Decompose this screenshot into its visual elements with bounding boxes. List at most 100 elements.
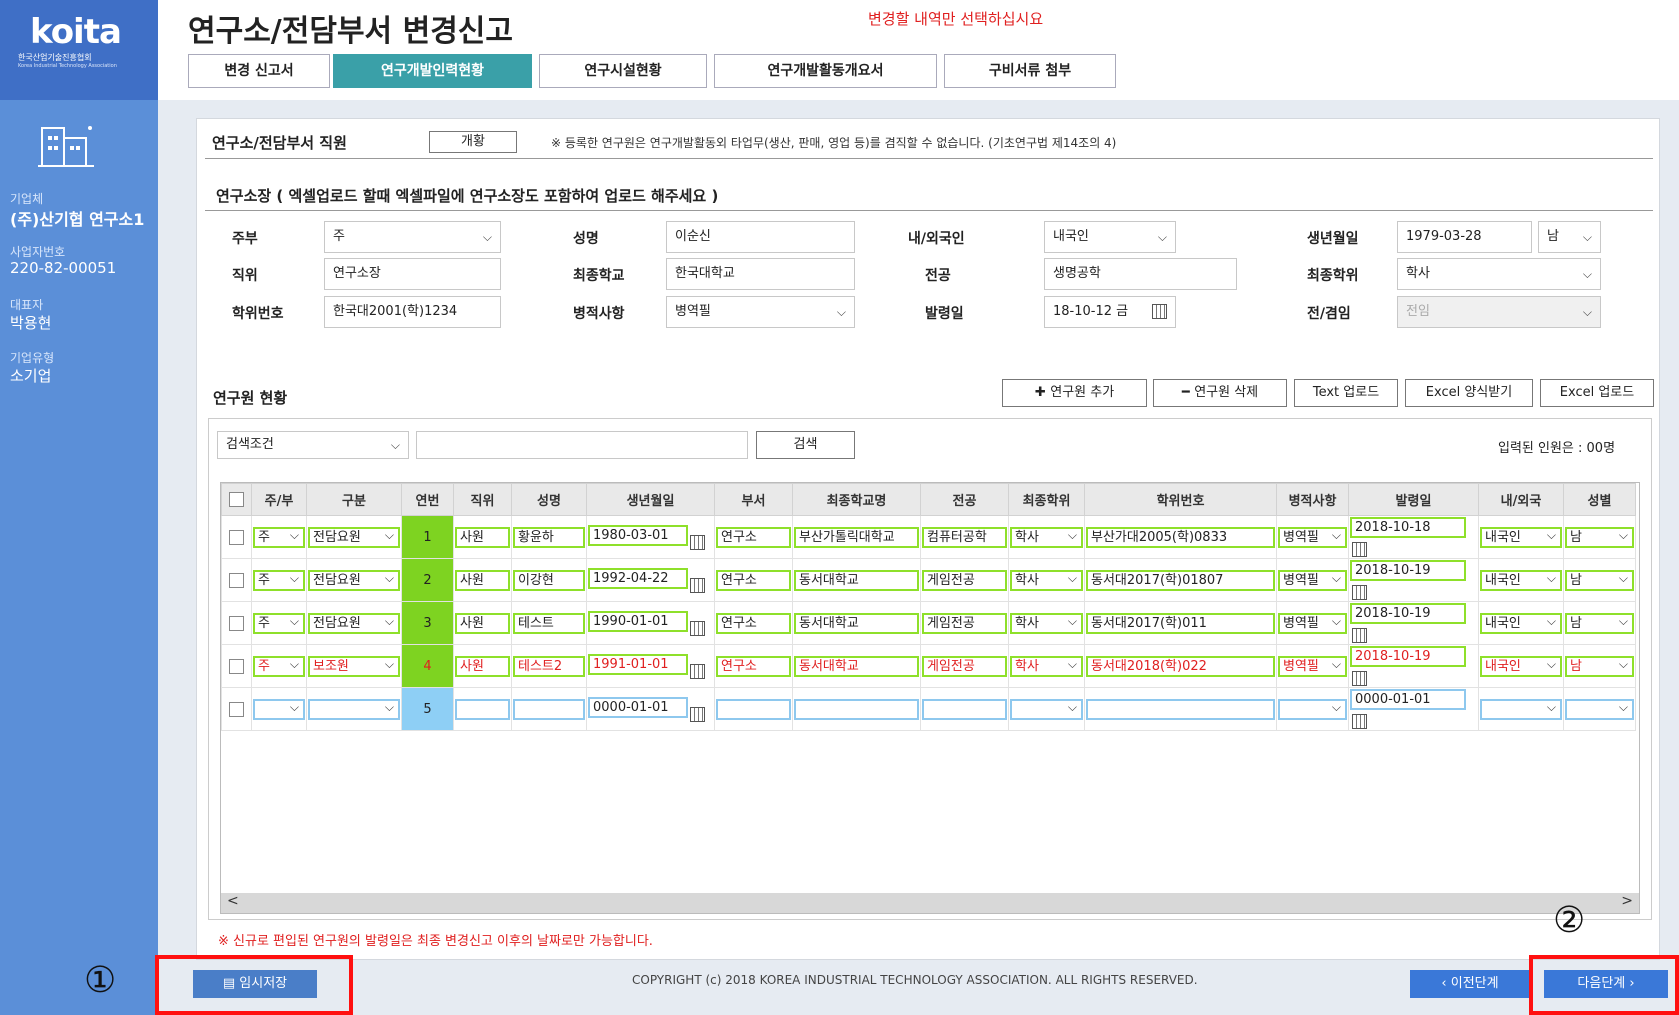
major-input[interactable]: 컴퓨터공학 xyxy=(922,526,1007,548)
calendar-icon[interactable] xyxy=(1352,628,1367,643)
nation-select[interactable]: 내국인 ⌵ xyxy=(1044,221,1176,253)
excel-upload-button[interactable]: Excel 업로드 xyxy=(1540,379,1654,407)
appoint-input[interactable]: 2018-10-19 xyxy=(1350,603,1466,624)
military-select[interactable]: 병역필 xyxy=(1278,526,1347,548)
overview-button[interactable]: 개황 xyxy=(429,131,517,153)
row-checkbox[interactable] xyxy=(229,572,244,588)
scroll-right-icon[interactable]: > xyxy=(1621,893,1633,909)
birth-input[interactable]: 0000-01-01 xyxy=(588,696,688,718)
major-input[interactable] xyxy=(922,698,1007,720)
text-upload-button[interactable]: Text 업로드 xyxy=(1294,379,1398,407)
degno-input[interactable]: 동서대2017(학)011 xyxy=(1086,612,1275,634)
calendar-icon[interactable] xyxy=(690,663,705,679)
type-select[interactable]: 전담요원 xyxy=(308,612,400,634)
dept-input[interactable]: 연구소 xyxy=(716,655,791,677)
gender-select[interactable]: 남 xyxy=(1565,655,1634,677)
select-all-header[interactable] xyxy=(221,483,252,516)
school-input[interactable]: 부산가톨릭대학교 xyxy=(794,526,919,548)
position-input[interactable] xyxy=(455,698,510,720)
dept-input[interactable]: 연구소 xyxy=(716,569,791,591)
dept-input[interactable]: 연구소 xyxy=(716,612,791,634)
name-field[interactable]: 이순신 xyxy=(666,221,855,253)
school-input[interactable]: 동서대학교 xyxy=(794,612,919,634)
type-select[interactable]: 전담요원 xyxy=(308,526,400,548)
select-all-checkbox[interactable] xyxy=(229,492,244,507)
degree-select[interactable]: 학사 xyxy=(1010,526,1083,548)
jubu-select[interactable]: 주 xyxy=(253,655,305,677)
nation-select[interactable]: 내국인 xyxy=(1480,569,1562,591)
jubu-select[interactable]: 주 xyxy=(253,612,305,634)
tab-rd-activities[interactable]: 연구개발활동개요서 xyxy=(714,54,937,88)
school-input[interactable]: 동서대학교 xyxy=(794,655,919,677)
gender-select[interactable] xyxy=(1565,698,1634,720)
appoint-input[interactable]: 0000-01-01 xyxy=(1350,689,1466,710)
delete-researcher-button[interactable]: ━ 연구원 삭제 xyxy=(1153,379,1287,407)
position-input[interactable]: 사원 xyxy=(455,526,510,548)
calendar-icon[interactable] xyxy=(690,620,705,636)
type-select[interactable] xyxy=(308,698,400,720)
nation-select[interactable]: 내국인 xyxy=(1480,655,1562,677)
position-input[interactable]: 사원 xyxy=(455,655,510,677)
school-input[interactable]: 동서대학교 xyxy=(794,569,919,591)
scroll-left-icon[interactable]: < xyxy=(227,893,239,909)
row-checkbox[interactable] xyxy=(229,529,244,545)
major-input[interactable]: 게임전공 xyxy=(922,569,1007,591)
gender-select[interactable]: 남 xyxy=(1565,526,1634,548)
school-field[interactable]: 한국대학교 xyxy=(666,258,855,290)
degree-select[interactable]: 학사 xyxy=(1010,655,1083,677)
jubu-select[interactable]: 주 ⌵ xyxy=(324,221,501,253)
horizontal-scrollbar[interactable]: < > xyxy=(221,893,1639,913)
major-input[interactable]: 게임전공 xyxy=(922,655,1007,677)
birth-field[interactable]: 1979-03-28 xyxy=(1397,221,1532,253)
position-input[interactable]: 사원 xyxy=(455,569,510,591)
gender-select[interactable]: 남 xyxy=(1565,612,1634,634)
gender-select[interactable]: 남 xyxy=(1565,569,1634,591)
major-input[interactable]: 게임전공 xyxy=(922,612,1007,634)
birth-input[interactable]: 1980-03-01 xyxy=(588,524,688,546)
degno-input[interactable]: 동서대2018(학)022 xyxy=(1086,655,1275,677)
appoint-input[interactable]: 2018-10-18 xyxy=(1350,517,1466,538)
birth-input[interactable]: 1992-04-22 xyxy=(588,567,688,589)
appoint-input[interactable]: 2018-10-19 xyxy=(1350,646,1466,667)
name-input[interactable]: 황윤하 xyxy=(513,526,585,548)
military-select[interactable] xyxy=(1278,698,1347,720)
school-input[interactable] xyxy=(794,698,919,720)
search-condition-select[interactable]: 검색조건 ⌵ xyxy=(217,431,409,459)
nation-select[interactable]: 내국인 xyxy=(1480,526,1562,548)
degno-input[interactable] xyxy=(1086,698,1275,720)
birth-input[interactable]: 1990-01-01 xyxy=(588,610,688,632)
row-checkbox[interactable] xyxy=(229,658,244,674)
excel-form-button[interactable]: Excel 양식받기 xyxy=(1405,379,1533,407)
position-field[interactable]: 연구소장 xyxy=(324,258,501,290)
calendar-icon[interactable] xyxy=(690,534,705,550)
tab-rd-facilities[interactable]: 연구시설현황 xyxy=(539,54,707,88)
add-researcher-button[interactable]: ✚ 연구원 추가 xyxy=(1002,379,1147,407)
nation-select[interactable] xyxy=(1480,698,1562,720)
degree-select[interactable]: 학사 xyxy=(1010,612,1083,634)
tab-attachments[interactable]: 구비서류 첨부 xyxy=(944,54,1116,88)
row-checkbox[interactable] xyxy=(229,615,244,631)
appoint-input[interactable]: 2018-10-19 xyxy=(1350,560,1466,581)
calendar-icon[interactable] xyxy=(690,706,705,722)
jubu-select[interactable] xyxy=(253,698,305,720)
calendar-icon[interactable] xyxy=(1352,671,1367,686)
calendar-icon[interactable] xyxy=(1352,585,1367,600)
major-field[interactable]: 생명공학 xyxy=(1044,258,1237,290)
name-input[interactable] xyxy=(513,698,585,720)
calendar-icon[interactable] xyxy=(690,577,705,593)
jubu-select[interactable]: 주 xyxy=(253,526,305,548)
name-input[interactable]: 테스트2 xyxy=(513,655,585,677)
degno-field[interactable]: 한국대2001(학)1234 xyxy=(324,296,501,328)
degree-select[interactable]: 학사 ⌵ xyxy=(1397,258,1601,290)
calendar-icon[interactable] xyxy=(1352,542,1367,557)
tab-rd-personnel[interactable]: 연구개발인력현황 xyxy=(333,54,532,88)
dept-input[interactable]: 연구소 xyxy=(716,526,791,548)
jubu-select[interactable]: 주 xyxy=(253,569,305,591)
koita-logo[interactable]: koita xyxy=(30,12,122,52)
degree-select[interactable]: 학사 xyxy=(1010,569,1083,591)
appoint-field[interactable]: 18-10-12 금 xyxy=(1044,296,1176,328)
name-input[interactable]: 이강현 xyxy=(513,569,585,591)
degree-select[interactable] xyxy=(1010,698,1083,720)
type-select[interactable]: 전담요원 xyxy=(308,569,400,591)
prev-step-button[interactable]: ‹ 이전단계 xyxy=(1410,970,1530,998)
